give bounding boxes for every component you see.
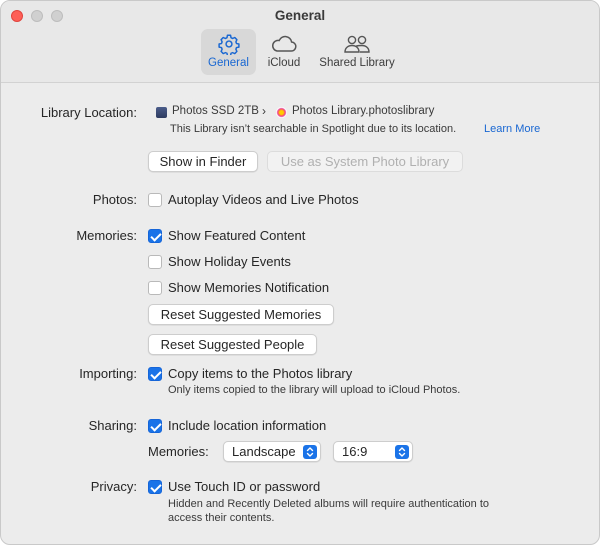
touch-id-checkbox[interactable]: [148, 480, 162, 494]
orientation-value: Landscape: [232, 444, 296, 459]
sharing-label: Sharing:: [88, 418, 137, 433]
photos-label: Photos:: [92, 192, 137, 207]
orientation-select[interactable]: Landscape: [223, 441, 321, 462]
copy-items-checkbox[interactable]: [148, 367, 162, 381]
importing-label: Importing:: [79, 366, 137, 381]
spotlight-note: This Library isn’t searchable in Spotlig…: [170, 123, 457, 135]
privacy-note-line2: access their contents.: [168, 512, 275, 524]
featured-content-checkbox[interactable]: [148, 229, 162, 243]
include-location-checkbox[interactable]: [148, 419, 162, 433]
people-icon: [344, 35, 370, 53]
privacy-note-line1: Hidden and Recently Deleted albums will …: [168, 498, 490, 510]
learn-more-link[interactable]: Learn More: [484, 123, 540, 135]
featured-content-label: Show Featured Content: [168, 228, 306, 243]
tab-icloud-label: iCloud: [267, 57, 301, 69]
drive-icon: [156, 107, 167, 118]
window-title: General: [274, 8, 326, 23]
memories-notification-label: Show Memories Notification: [168, 280, 330, 295]
library-location-label: Library Location:: [40, 105, 137, 120]
drive-name: Photos SSD 2TB: [172, 105, 259, 117]
holiday-events-label: Show Holiday Events: [168, 254, 291, 269]
aspect-ratio-value: 16:9: [342, 444, 368, 459]
importing-note: Only items copied to the library will up…: [168, 384, 461, 396]
path-separator: ›: [262, 104, 266, 118]
gear-icon: [217, 34, 240, 55]
photos-library-icon: [276, 107, 287, 118]
autoplay-label: Autoplay Videos and Live Photos: [168, 192, 359, 207]
orientation-chevron-icon: [303, 445, 317, 459]
tab-shared-library[interactable]: Shared Library: [315, 29, 399, 75]
holiday-events-checkbox[interactable]: [148, 255, 162, 269]
privacy-label: Privacy:: [90, 479, 137, 494]
reset-suggested-memories-button[interactable]: Reset Suggested Memories: [148, 304, 334, 325]
sharing-memories-label: Memories:: [148, 444, 209, 459]
show-in-finder-button[interactable]: Show in Finder: [148, 151, 258, 172]
memories-notification-checkbox[interactable]: [148, 281, 162, 295]
memories-label: Memories:: [76, 228, 137, 243]
aspect-ratio-select[interactable]: 16:9: [333, 441, 413, 462]
aspect-ratio-chevron-icon: [395, 445, 409, 459]
toolbar: General General iCloud Shared Library: [1, 1, 599, 83]
reset-suggested-people-button[interactable]: Reset Suggested People: [148, 334, 317, 355]
library-name: Photos Library.photoslibrary: [292, 105, 435, 117]
touch-id-label: Use Touch ID or password: [168, 479, 321, 494]
autoplay-checkbox[interactable]: [148, 193, 162, 207]
tab-icloud[interactable]: iCloud: [263, 29, 305, 75]
cloud-icon: [271, 35, 297, 52]
tab-general[interactable]: General: [201, 29, 256, 75]
copy-items-label: Copy items to the Photos library: [168, 366, 353, 381]
tab-shared-library-label: Shared Library: [319, 57, 395, 69]
tab-general-label: General: [208, 57, 249, 69]
preferences-window: General General iCloud Shared Library Li…: [0, 0, 600, 545]
include-location-label: Include location information: [168, 418, 327, 433]
use-as-system-library-button: Use as System Photo Library: [267, 151, 463, 172]
